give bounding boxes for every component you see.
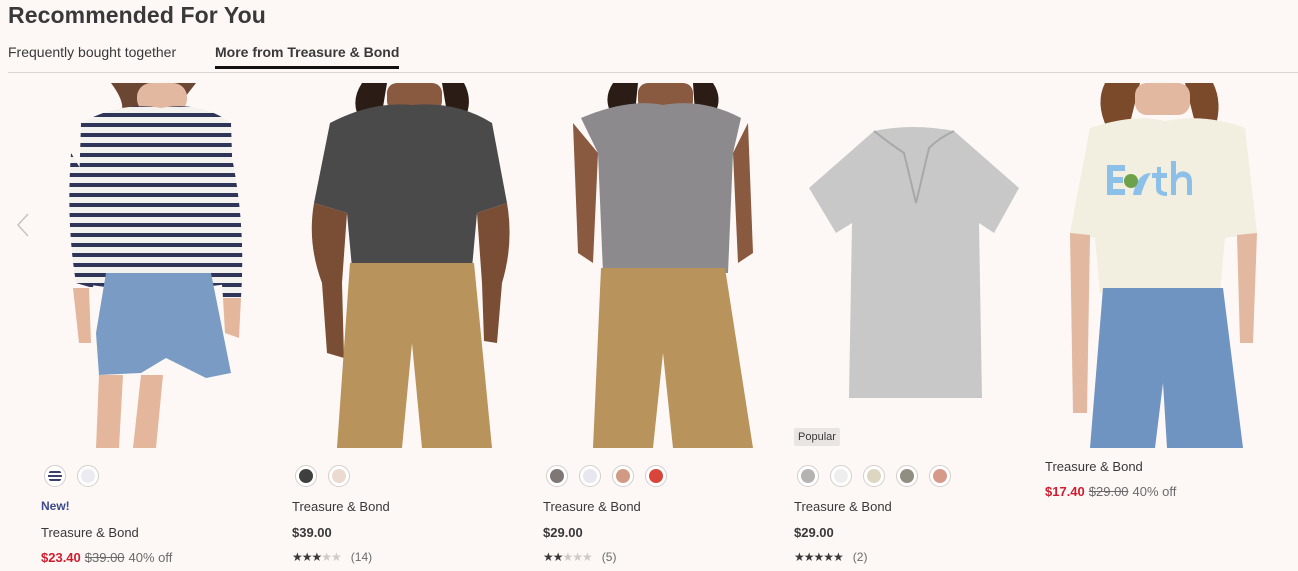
swatch-charcoal[interactable] bbox=[295, 465, 317, 487]
product-card[interactable]: Treasure & Bond $17.40 $29.00 40% off bbox=[1045, 83, 1282, 499]
product-card[interactable]: Treasure & Bond $29.00 ★★★★★ (5) bbox=[543, 83, 780, 564]
swatch-striped[interactable] bbox=[44, 465, 66, 487]
price-row: $17.40 $29.00 40% off bbox=[1045, 484, 1176, 499]
product-image[interactable] bbox=[292, 83, 529, 448]
original-price: $29.00 bbox=[1088, 484, 1129, 499]
color-swatches bbox=[797, 465, 951, 487]
product-image[interactable] bbox=[1045, 83, 1282, 448]
sale-price: $17.40 bbox=[1045, 484, 1085, 499]
original-price: $39.00 bbox=[84, 550, 125, 565]
price: $29.00 bbox=[794, 525, 834, 540]
discount-label: 40% off bbox=[1132, 484, 1177, 499]
tab-frequently-bought[interactable]: Frequently bought together bbox=[8, 44, 176, 68]
product-image[interactable] bbox=[543, 83, 780, 448]
brand-name[interactable]: Treasure & Bond bbox=[543, 499, 641, 514]
star-rating: ★★★★★ bbox=[543, 550, 593, 564]
tab-more-from-brand[interactable]: More from Treasure & Bond bbox=[215, 44, 400, 69]
product-card[interactable]: New! Treasure & Bond $23.40 $39.00 40% off bbox=[41, 83, 278, 565]
swatch-terracotta[interactable] bbox=[612, 465, 634, 487]
product-image[interactable] bbox=[41, 83, 278, 448]
rating-row[interactable]: ★★★★★ (14) bbox=[292, 550, 372, 564]
discount-label: 40% off bbox=[128, 550, 173, 565]
review-count: (2) bbox=[852, 550, 868, 564]
brand-name[interactable]: Treasure & Bond bbox=[41, 525, 139, 540]
swatch-oatmeal[interactable] bbox=[863, 465, 885, 487]
review-count: (5) bbox=[601, 550, 617, 564]
brand-name[interactable]: Treasure & Bond bbox=[292, 499, 390, 514]
swatch-olive[interactable] bbox=[896, 465, 918, 487]
star-rating: ★★★★★ bbox=[292, 550, 342, 564]
star-rating: ★★★★★ bbox=[794, 550, 844, 564]
price: $39.00 bbox=[292, 525, 332, 540]
color-swatches bbox=[44, 465, 99, 487]
swatch-light[interactable] bbox=[579, 465, 601, 487]
product-image[interactable]: Popular bbox=[794, 83, 1031, 448]
swatch-red[interactable] bbox=[645, 465, 667, 487]
swatch-white[interactable] bbox=[830, 465, 852, 487]
brand-name[interactable]: Treasure & Bond bbox=[1045, 459, 1143, 474]
new-label: New! bbox=[41, 499, 70, 513]
swatch-rose[interactable] bbox=[929, 465, 951, 487]
sale-price: $23.40 bbox=[41, 550, 81, 565]
chevron-left-icon bbox=[16, 213, 29, 237]
color-swatches bbox=[546, 465, 667, 487]
swatch-grey-wash[interactable] bbox=[546, 465, 568, 487]
popular-badge: Popular bbox=[794, 428, 840, 446]
swatch-blush[interactable] bbox=[328, 465, 350, 487]
review-count: (14) bbox=[350, 550, 373, 564]
brand-name[interactable]: Treasure & Bond bbox=[794, 499, 892, 514]
price: $29.00 bbox=[543, 525, 583, 540]
section-title: Recommended For You bbox=[8, 2, 266, 28]
tab-bar: Frequently bought together More from Tre… bbox=[8, 40, 1298, 73]
product-card[interactable]: Popular Treasure & Bond $29.00 ★★★★★ (2) bbox=[794, 83, 1031, 564]
rating-row[interactable]: ★★★★★ (2) bbox=[794, 550, 867, 564]
price-row: $23.40 $39.00 40% off bbox=[41, 550, 172, 565]
rating-row[interactable]: ★★★★★ (5) bbox=[543, 550, 616, 564]
swatch-lavender[interactable] bbox=[77, 465, 99, 487]
product-card[interactable]: Treasure & Bond $39.00 ★★★★★ (14) bbox=[292, 83, 529, 564]
color-swatches bbox=[295, 465, 350, 487]
swatch-heather-grey[interactable] bbox=[797, 465, 819, 487]
carousel-prev-button[interactable] bbox=[12, 208, 36, 242]
